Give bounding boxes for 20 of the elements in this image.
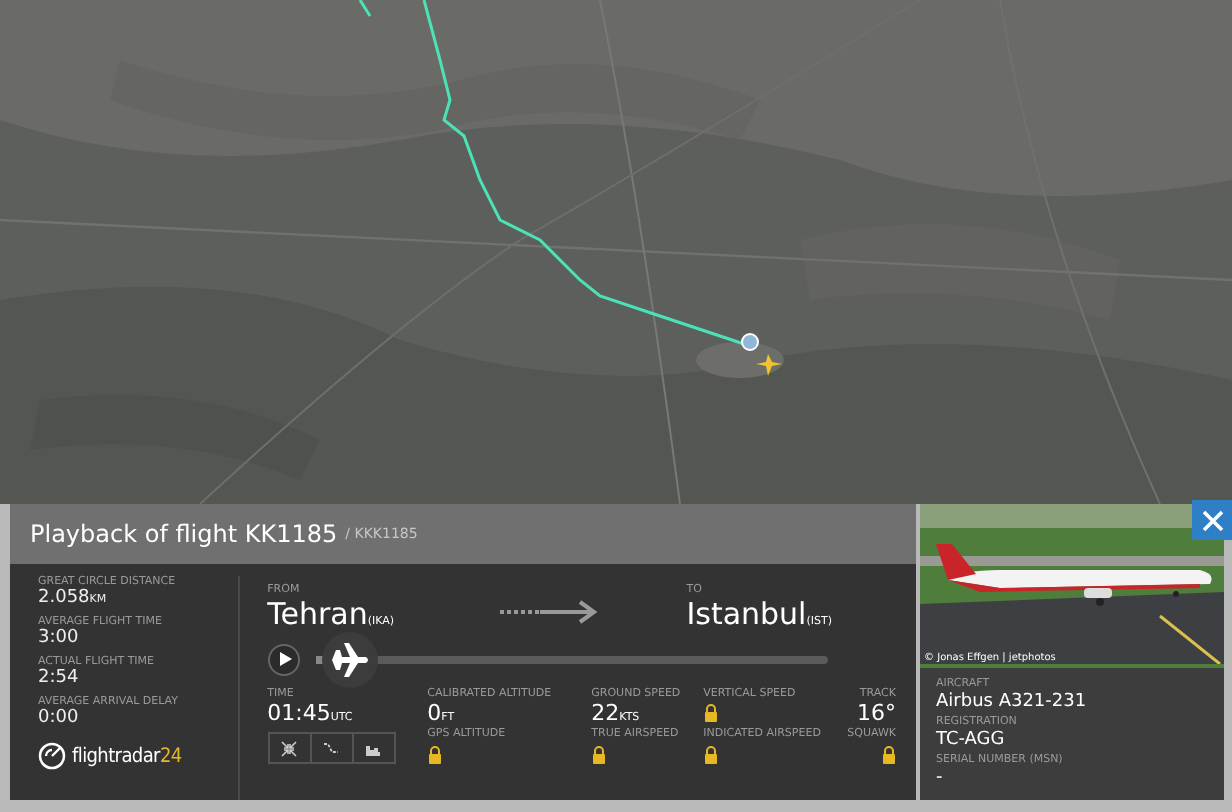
play-button[interactable] <box>267 643 300 676</box>
graph-button[interactable] <box>351 732 396 765</box>
readout-value: 16° <box>857 701 896 727</box>
close-button[interactable] <box>1192 500 1232 540</box>
detail-value: - <box>936 768 945 790</box>
detail-value: TC-AGG <box>936 730 1007 752</box>
close-icon <box>1201 509 1223 531</box>
play-icon <box>279 652 292 667</box>
panel-title: Playback of flight KK1185 <box>30 520 338 548</box>
collapse-icon <box>280 739 299 758</box>
logo-text: flightradar24 <box>72 745 182 768</box>
route-arrow-icon <box>500 599 601 624</box>
stat-value: 2:54 <box>38 670 81 691</box>
stat-value: 3:00 <box>38 630 81 651</box>
radar-logo-icon <box>38 742 66 771</box>
airplane-slider-handle[interactable] <box>322 631 379 688</box>
stat-value: 0:00 <box>38 710 81 731</box>
detail-value: Airbus A321-231 <box>936 692 1089 714</box>
zoom-button[interactable] <box>267 732 312 765</box>
trail-icon <box>322 739 341 758</box>
